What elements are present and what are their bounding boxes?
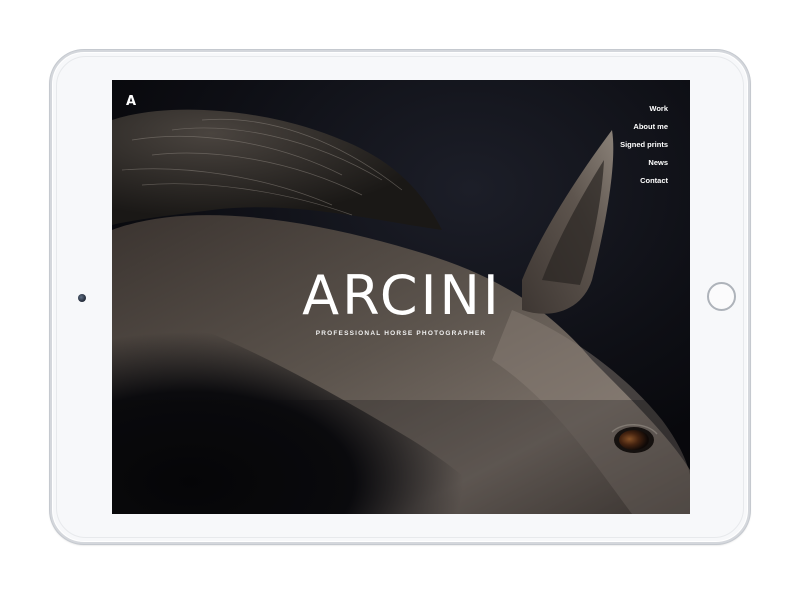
tablet-device: A Work About me Signed prints News Conta… bbox=[50, 50, 750, 544]
nav-item-news[interactable]: News bbox=[620, 154, 668, 172]
site-logo[interactable]: A bbox=[126, 94, 137, 109]
nav-item-signed-prints[interactable]: Signed prints bbox=[620, 136, 668, 154]
front-camera bbox=[78, 294, 86, 302]
main-navigation: Work About me Signed prints News Contact bbox=[620, 100, 668, 190]
nav-item-work[interactable]: Work bbox=[620, 100, 668, 118]
mockup-stage: A Work About me Signed prints News Conta… bbox=[0, 0, 800, 594]
hero-section: ARCINI PROFESSIONAL HORSE PHOTOGRAPHER bbox=[112, 264, 690, 338]
hero-title: ARCINI bbox=[302, 264, 502, 327]
home-button[interactable] bbox=[707, 282, 736, 311]
nav-item-contact[interactable]: Contact bbox=[620, 172, 668, 190]
hero-subtitle: PROFESSIONAL HORSE PHOTOGRAPHER bbox=[315, 330, 487, 337]
tablet-screen: A Work About me Signed prints News Conta… bbox=[112, 80, 690, 514]
nav-item-about-me[interactable]: About me bbox=[620, 118, 668, 136]
